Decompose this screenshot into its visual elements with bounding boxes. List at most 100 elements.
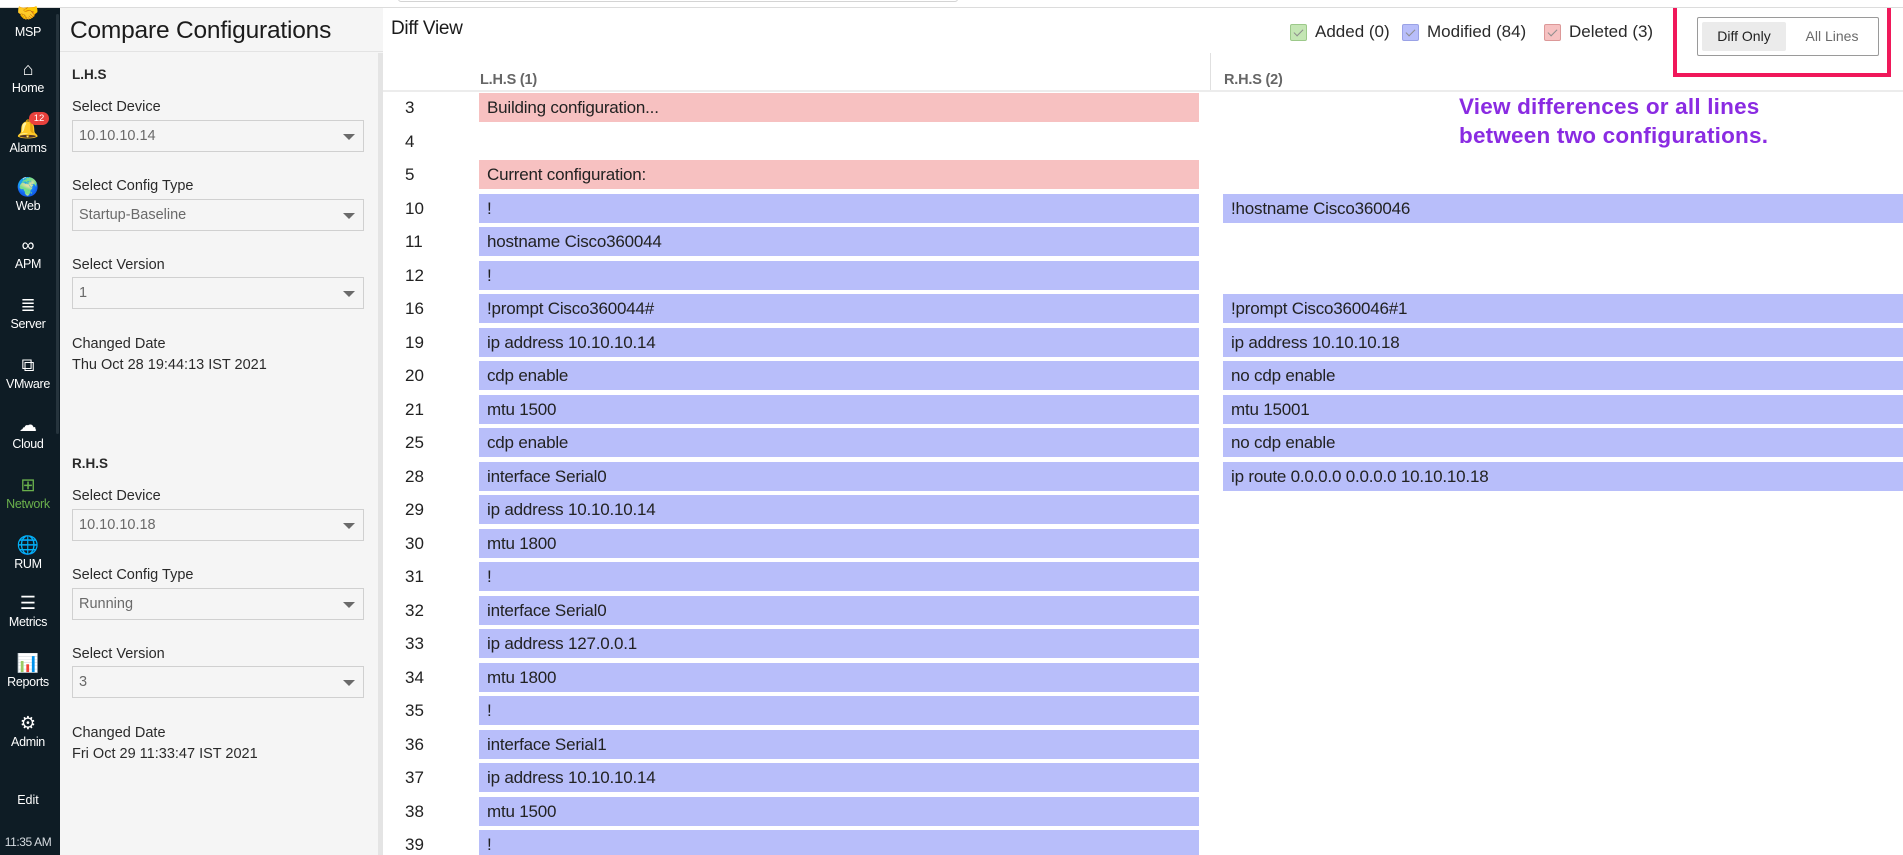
sidebar-item-label: Alarms (9, 141, 47, 155)
annotation-line-1: View differences or all lines (1459, 94, 1760, 119)
sidebar-item-server[interactable]: ≣ Server (0, 294, 56, 331)
lhs-device-select[interactable]: 10.10.10.14 (72, 120, 364, 152)
sidebar-item-web[interactable]: 🌍 Web (0, 176, 56, 213)
legend-added[interactable]: Added (0) (1290, 22, 1390, 42)
line-number: 4 (405, 131, 415, 151)
diff-row: 25 cdp enable no cdp enable (383, 427, 1903, 461)
line-number: 19 (405, 332, 424, 352)
network-icon: ⊞ (20, 475, 36, 495)
sidebar-item-apm[interactable]: ∞ APM (0, 234, 56, 271)
diff-only-button[interactable]: Diff Only (1702, 22, 1786, 51)
diff-row: 12! (383, 260, 1903, 294)
sidebar-item-label: MSP (14, 25, 42, 39)
rhs-line-modified: !prompt Cisco360046#1 (1223, 294, 1903, 323)
rhs-line-modified: mtu 15001 (1223, 394, 1903, 424)
line-number: 25 (405, 433, 424, 452)
lhs-line-modified: interface Serial1 (479, 729, 1199, 759)
sidebar-item-home[interactable]: ⌂ Home (0, 58, 56, 95)
lhs-line-modified: ! (479, 830, 1199, 855)
lhs-line-modified: cdp enable (479, 361, 1199, 390)
top-search-input[interactable] (398, 0, 958, 2)
diff-row: 16 !prompt Cisco360044# !prompt Cisco36004… (383, 293, 1903, 327)
line-number: 5 (405, 165, 415, 184)
line-number: 36 (405, 734, 424, 754)
column-divider (1210, 53, 1211, 90)
rhs-version-label: Select Version (72, 646, 165, 662)
line-number: 37 (405, 768, 424, 787)
lhs-section-title: L.H.S (72, 67, 107, 82)
lhs-version-select[interactable]: 1 (72, 277, 364, 309)
sidebar-item-cloud[interactable]: ☁ Cloud (0, 414, 56, 451)
line-number: 30 (405, 533, 424, 553)
chevron-down-icon (343, 213, 355, 219)
binoculars-icon: ∞ (21, 235, 35, 255)
presentation-icon: 📊 (16, 653, 40, 673)
line-number: 21 (405, 399, 424, 419)
line-number: 38 (405, 801, 424, 821)
gear-icon: ⚙ (19, 713, 37, 733)
lhs-line-modified: ip address 10.10.10.14 (479, 327, 1199, 357)
rhs-line-modified: ip address 10.10.10.18 (1223, 327, 1903, 357)
diff-row: 10! !hostname Cisco360046 (383, 193, 1903, 227)
rhs-device-select[interactable]: 10.10.10.18 (72, 509, 364, 541)
chevron-down-icon (343, 523, 355, 529)
diff-row: 19 ip address 10.10.10.14 ip address 10.10… (383, 327, 1903, 361)
lhs-line-modified: ! (479, 260, 1199, 290)
sidebar-edit-button[interactable]: Edit (0, 793, 56, 807)
rhs-changed-date-label: Changed Date (72, 725, 166, 741)
handshake-icon: 🤝 (16, 3, 40, 23)
lhs-line-deleted: Building configuration... (479, 93, 1199, 122)
compare-config-panel: Compare Configurations L.H.S Select Devi… (60, 8, 384, 855)
rhs-config-type-select[interactable]: Running (72, 588, 364, 620)
rhs-line-modified: no cdp enable (1223, 428, 1903, 457)
all-lines-button[interactable]: All Lines (1790, 22, 1874, 51)
lhs-line-modified: mtu 1500 (479, 796, 1199, 826)
sidebar-item-admin[interactable]: ⚙ Admin (0, 712, 56, 749)
cloud-icon: ☁ (19, 415, 37, 435)
rhs-line-modified: ip route 0.0.0.0 0.0.0.0 10.10.10.18 (1223, 461, 1903, 491)
lhs-config-type-select[interactable]: Startup-Baseline (72, 199, 364, 231)
diff-row: 21 mtu 1500 mtu 15001 (383, 394, 1903, 428)
sidebar-item-rum[interactable]: 🌐 RUM (0, 534, 56, 571)
lhs-config-type-label: Select Config Type (72, 178, 194, 194)
lhs-config-type-value: Startup-Baseline (79, 207, 187, 223)
sidebar-scrollbar[interactable] (56, 14, 59, 434)
alarm-count-badge: 12 (29, 112, 49, 125)
annotation-text: View differences or all lines between tw… (1459, 92, 1768, 150)
line-number: 28 (405, 466, 424, 486)
line-number: 39 (405, 835, 424, 854)
sidebar-item-label: Home (11, 81, 45, 95)
added-checkbox[interactable] (1290, 23, 1307, 41)
rhs-device-value: 10.10.10.18 (79, 517, 156, 533)
sidebar-item-metrics[interactable]: ☰ Metrics (0, 592, 56, 629)
lhs-device-label: Select Device (72, 99, 161, 115)
sidebar-item-label: RUM (14, 557, 42, 571)
chevron-down-icon (343, 602, 355, 608)
legend-modified[interactable]: Modified (84) (1402, 22, 1526, 42)
server-icon: ≣ (20, 295, 36, 315)
layers-icon: ☰ (19, 593, 37, 613)
annotation-line-2: between two configurations. (1459, 123, 1769, 148)
lhs-line-modified: ip address 10.10.10.14 (479, 495, 1199, 524)
sidebar-item-msp[interactable]: 🤝 MSP (0, 2, 56, 39)
sidebar-item-alarms[interactable]: 🔔 Alarms 12 (0, 112, 56, 155)
sidebar-item-network[interactable]: ⊞ Network (0, 474, 56, 511)
line-number: 29 (405, 500, 424, 519)
diff-row: 34 mtu 1800 (383, 662, 1903, 696)
rhs-version-select[interactable]: 3 (72, 666, 364, 698)
legend-modified-label: Modified (84) (1427, 22, 1527, 41)
line-number: 11 (405, 232, 423, 251)
lhs-device-value: 10.10.10.14 (79, 128, 156, 144)
sidebar-item-reports[interactable]: 📊 Reports (0, 652, 56, 689)
rhs-device-label: Select Device (72, 488, 161, 504)
modified-checkbox[interactable] (1402, 23, 1419, 41)
sidebar-item-label: Network (6, 497, 50, 511)
legend-deleted[interactable]: Deleted (3) (1544, 22, 1653, 42)
lhs-line-modified: mtu 1500 (479, 394, 1199, 424)
diff-view-title: Diff View (391, 18, 463, 39)
rhs-config-type-value: Running (79, 596, 134, 612)
deleted-checkbox[interactable] (1544, 23, 1561, 41)
diff-view: Diff View Added (0) Modified (84) Delete… (383, 0, 1903, 855)
sidebar-item-vmware[interactable]: ⧉ VMware (0, 354, 56, 391)
lhs-line-modified: !prompt Cisco360044# (479, 294, 1199, 323)
